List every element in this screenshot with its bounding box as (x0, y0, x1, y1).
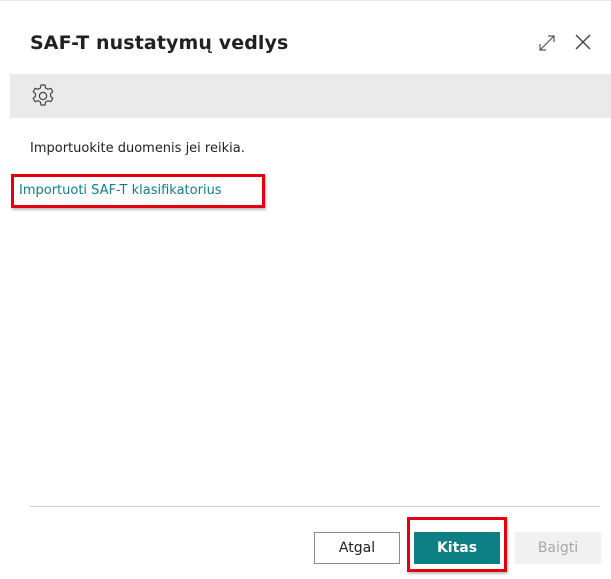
wizard-dialog: SAF-T nustatymų vedlys Importuokite duom… (0, 0, 611, 579)
dialog-title: SAF-T nustatymų vedlys (30, 32, 289, 54)
back-button[interactable]: Atgal (314, 532, 400, 564)
finish-button: Baigti (515, 532, 601, 564)
import-classifiers-link[interactable]: Importuoti SAF-T klasifikatorius (19, 183, 222, 198)
expand-icon[interactable] (537, 33, 557, 53)
highlight-frame (407, 517, 507, 572)
close-icon[interactable] (573, 32, 593, 52)
footer-divider (30, 506, 600, 507)
gear-icon[interactable] (30, 83, 56, 109)
instruction-text: Importuokite duomenis jei reikia. (30, 141, 245, 156)
action-toolbar (10, 74, 611, 118)
